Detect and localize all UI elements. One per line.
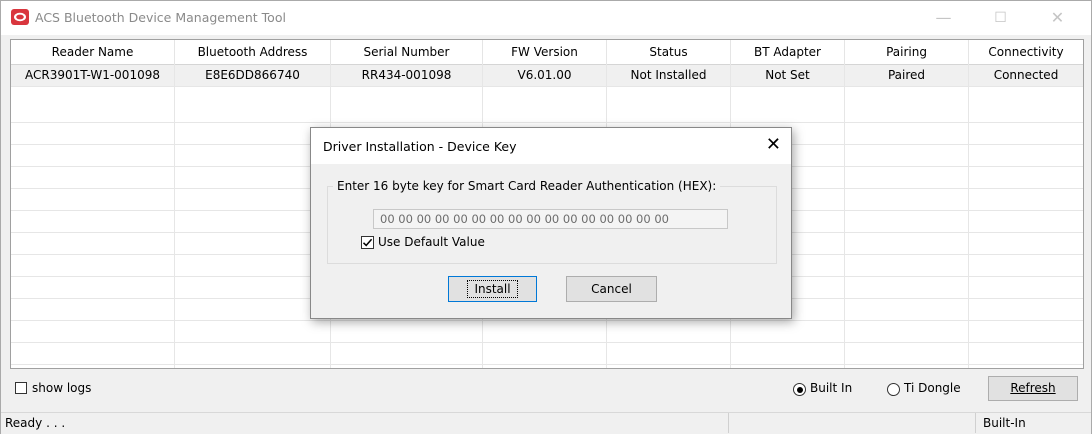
column-header-reader-name[interactable]: Reader Name: [11, 40, 175, 64]
use-default-label[interactable]: Use Default Value: [378, 235, 485, 249]
checkmark-icon: [362, 238, 373, 247]
adapter-status-text: Built-In: [983, 416, 1026, 430]
column-header-status[interactable]: Status: [607, 40, 731, 64]
install-button-label: Install: [467, 280, 518, 298]
column-header-serial-number[interactable]: Serial Number: [331, 40, 483, 64]
built-in-radio[interactable]: [793, 383, 806, 396]
status-text: Ready . . .: [5, 416, 66, 430]
bottom-toolbar: show logs Built In Ti Dongle Refresh: [1, 371, 1091, 407]
close-button[interactable]: ✕: [1035, 1, 1080, 35]
cell-fw-version: V6.01.00: [483, 65, 607, 86]
built-in-radio-label[interactable]: Built In: [810, 381, 852, 395]
refresh-button-label: Refresh: [1010, 381, 1056, 395]
cell-connectivity: Connected: [993, 68, 1059, 82]
cell-bt-adapter: Not Set: [731, 65, 845, 86]
grid-divider: [11, 122, 1083, 123]
column-header-fw-version[interactable]: FW Version: [483, 40, 607, 64]
grid-header: Reader Name Bluetooth Address Serial Num…: [11, 40, 1083, 65]
cell-serial-number: RR434-001098: [331, 65, 483, 86]
cell-bluetooth-address: E8E6DD866740: [175, 65, 331, 86]
dialog-close-icon[interactable]: ✕: [766, 134, 781, 155]
key-prompt-label: Enter 16 byte key for Smart Card Reader …: [333, 179, 721, 193]
column-header-bluetooth-address[interactable]: Bluetooth Address: [175, 40, 331, 64]
cancel-button[interactable]: Cancel: [566, 276, 657, 302]
cell-reader-name: ACR3901T-W1-001098: [11, 65, 175, 86]
cell-status: Not Installed: [607, 65, 731, 86]
install-button[interactable]: Install: [448, 276, 537, 302]
grid-divider: [11, 86, 1083, 87]
refresh-button[interactable]: Refresh: [988, 376, 1078, 401]
ti-dongle-radio-label[interactable]: Ti Dongle: [904, 381, 961, 395]
app-logo-icon: [11, 9, 29, 25]
device-key-input[interactable]: [373, 209, 728, 229]
grid-divider: [11, 342, 1083, 343]
maximize-button[interactable]: ☐: [978, 1, 1023, 35]
grid-divider: [844, 64, 845, 368]
table-row[interactable]: ACR3901T-W1-001098 E8E6DD866740 RR434-00…: [11, 65, 1083, 86]
column-header-connectivity[interactable]: Connectivity: [969, 40, 1083, 64]
column-header-bt-adapter[interactable]: BT Adapter: [731, 40, 845, 64]
device-key-dialog: Driver Installation - Device Key ✕ Enter…: [310, 127, 792, 319]
show-logs-label[interactable]: show logs: [32, 381, 91, 395]
status-divider: [975, 413, 976, 433]
status-bar: Ready . . . Built-In: [1, 412, 1091, 434]
grid-divider: [174, 64, 175, 368]
dialog-title: Driver Installation - Device Key: [323, 139, 517, 154]
dialog-title-bar: Driver Installation - Device Key ✕: [311, 128, 791, 164]
grid-divider: [11, 364, 1083, 365]
title-bar: ACS Bluetooth Device Management Tool — ☐…: [1, 1, 1091, 35]
grid-divider: [11, 320, 1083, 321]
show-logs-checkbox[interactable]: [15, 382, 27, 394]
ti-dongle-radio[interactable]: [887, 383, 900, 396]
use-default-checkbox[interactable]: [361, 236, 374, 249]
grid-divider: [968, 64, 969, 368]
window-title: ACS Bluetooth Device Management Tool: [35, 10, 286, 25]
column-header-pairing[interactable]: Pairing: [845, 40, 969, 64]
cell-pairing: Paired: [845, 65, 969, 86]
status-divider: [728, 413, 729, 433]
minimize-button[interactable]: —: [921, 1, 966, 35]
